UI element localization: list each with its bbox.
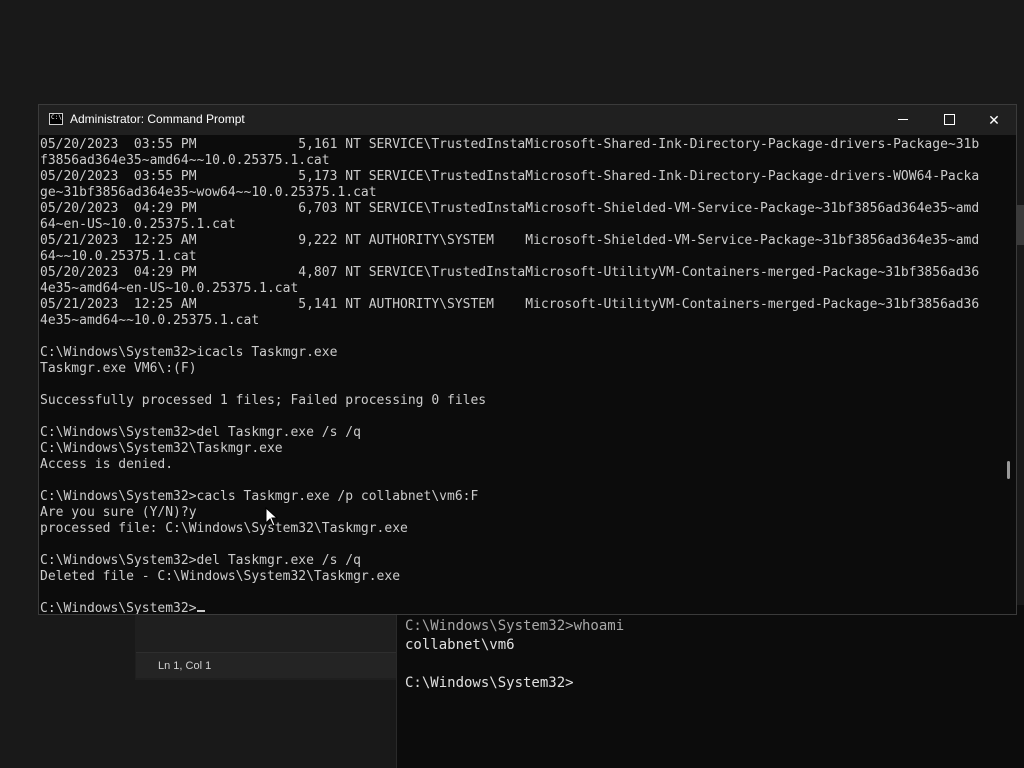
maximize-button[interactable] [925, 105, 971, 135]
mouse-pointer-icon [265, 507, 279, 527]
console-line: C:\Windows\System32>del Taskmgr.exe /s /… [40, 553, 361, 568]
console-line: Access is denied. [40, 457, 174, 472]
console-output[interactable]: 05/20/2023 03:55 PM 5,161 NT SERVICE\Tru… [39, 135, 1001, 614]
close-icon: ✕ [988, 112, 1000, 128]
console-line: Successfully processed 1 files; Failed p… [40, 393, 487, 408]
background-window-edge [1016, 205, 1024, 245]
minimize-icon [898, 119, 908, 120]
console-line: C:\Windows\System32>icacls Taskmgr.exe [40, 345, 338, 360]
console-line: Deleted file - C:\Windows\System32\Taskm… [40, 569, 401, 584]
desktop: Ln 1, Col 1 C:\Windows\System32>whoami c… [0, 0, 1024, 768]
console-line: C:\Windows\System32>cacls Taskmgr.exe /p… [40, 489, 479, 504]
scrollbar-thumb[interactable] [1007, 461, 1010, 479]
console-line: 05/20/2023 04:29 PM 6,703 NT SERVICE\Tru… [40, 201, 980, 216]
text-cursor [196, 610, 205, 612]
command-prompt-window[interactable]: C:\ Administrator: Command Prompt ✕ 05/2… [38, 104, 1017, 615]
console-line: 05/20/2023 04:29 PM 4,807 NT SERVICE\Tru… [40, 265, 980, 280]
title-bar[interactable]: C:\ Administrator: Command Prompt ✕ [39, 105, 1016, 135]
console-line: C:\Windows\System32>del Taskmgr.exe /s /… [40, 425, 361, 440]
bg-terminal-line: C:\Windows\System32>whoami [405, 618, 625, 634]
vertical-scrollbar[interactable] [1001, 135, 1016, 614]
console-line: Taskmgr.exe VM6\:(F) [40, 361, 197, 376]
bg-terminal-line: collabnet\vm6 [405, 637, 515, 653]
console-line: 05/21/2023 12:25 AM 5,141 NT AUTHORITY\S… [40, 297, 980, 312]
window-title: Administrator: Command Prompt [70, 112, 245, 126]
console-line: 64~en-US~10.0.25375.1.cat [40, 217, 236, 232]
background-terminal-output: C:\Windows\System32>whoami collabnet\vm6… [405, 617, 624, 693]
command-prompt-line: C:\Windows\System32> [40, 601, 197, 614]
console-line: 05/21/2023 12:25 AM 9,222 NT AUTHORITY\S… [40, 233, 980, 248]
console-line: 05/20/2023 03:55 PM 5,173 NT SERVICE\Tru… [40, 169, 980, 184]
console-line: 64~~10.0.25375.1.cat [40, 249, 197, 264]
bg-terminal-line: C:\Windows\System32> [405, 675, 574, 691]
editor-status-position: Ln 1, Col 1 [136, 652, 396, 678]
console-text: 05/20/2023 03:55 PM 5,161 NT SERVICE\Tru… [39, 135, 1001, 614]
cmd-icon[interactable]: C:\ [49, 113, 63, 125]
console-line: 4e35~amd64~~10.0.25375.1.cat [40, 313, 260, 328]
console-line: ge~31bf3856ad364e35~wow64~~10.0.25375.1.… [40, 185, 377, 200]
minimize-button[interactable] [879, 105, 925, 135]
console-line: 05/20/2023 03:55 PM 5,161 NT SERVICE\Tru… [40, 137, 980, 152]
console-line: 4e35~amd64~en-US~10.0.25375.1.cat [40, 281, 299, 296]
maximize-icon [944, 114, 955, 125]
console-line: Are you sure (Y/N)?y [40, 505, 197, 520]
close-button[interactable]: ✕ [971, 105, 1017, 135]
cmd-icon-glyph: C:\ [51, 114, 62, 121]
console-line: C:\Windows\System32\Taskmgr.exe [40, 441, 283, 456]
console-line: f3856ad364e35~amd64~~10.0.25375.1.cat [40, 153, 330, 168]
console-line: processed file: C:\Windows\System32\Task… [40, 521, 408, 536]
background-terminal-window[interactable]: C:\Windows\System32>whoami collabnet\vm6… [396, 605, 1024, 768]
